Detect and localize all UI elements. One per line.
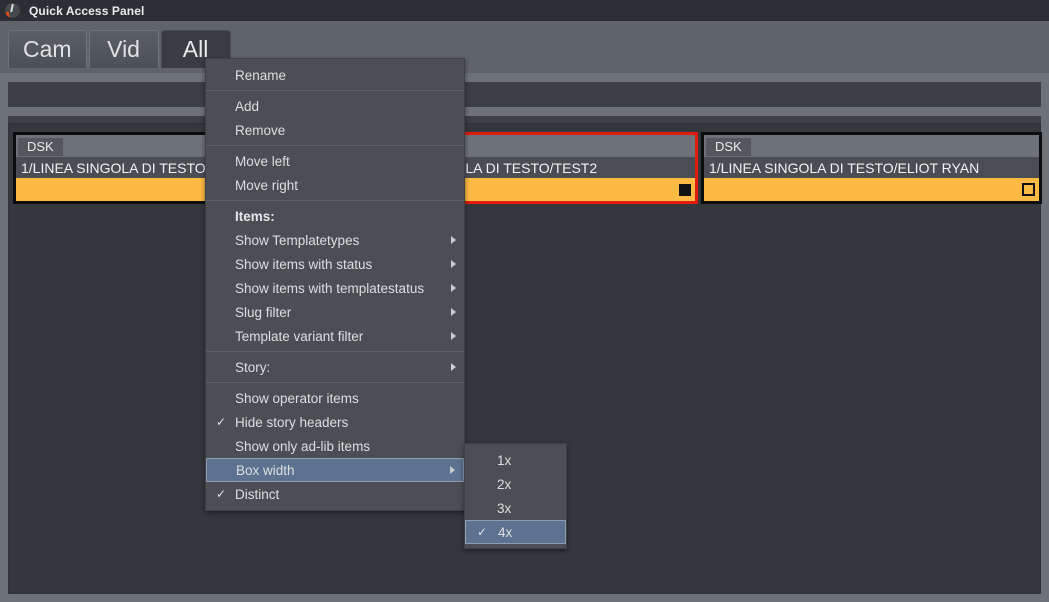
window-title: Quick Access Panel [29, 3, 145, 18]
menu-item-box-width[interactable]: Box width [206, 458, 464, 482]
menu-item-remove-label: Remove [235, 122, 286, 138]
mos-circle-logo-icon [4, 2, 21, 19]
filled-square-icon [679, 183, 691, 196]
menu-item-show-items-with-status-label: Show items with status [235, 256, 373, 272]
dsk-box-row: DSK 1/LINEA SINGOLA DI TESTO/ DSK 1/LINE… [13, 132, 1042, 204]
chevron-right-icon [451, 332, 456, 340]
menu-separator [206, 351, 464, 352]
menu-item-show-operator-items[interactable]: Show operator items [206, 386, 464, 410]
menu-item-show-templatetypes[interactable]: Show Templatetypes [206, 228, 464, 252]
menu-item-rename-label: Rename [235, 67, 287, 83]
tab-cam-label: Cam [23, 36, 72, 62]
menu-item-show-operator-items-label: Show operator items [235, 390, 359, 406]
outline-square-icon [1022, 183, 1035, 196]
menu-item-distinct[interactable]: ✓ Distinct [206, 482, 464, 506]
chevron-right-icon [451, 260, 456, 268]
submenu-item-4x-label: 4x [498, 524, 513, 540]
menu-item-template-variant-filter-label: Template variant filter [235, 328, 364, 344]
menu-item-move-left[interactable]: Move left [206, 149, 464, 173]
submenu-item-1x-label: 1x [497, 452, 512, 468]
menu-separator [206, 145, 464, 146]
menu-item-template-variant-filter[interactable]: Template variant filter [206, 324, 464, 348]
chevron-right-icon [451, 363, 456, 371]
menu-item-hide-story-headers-label: Hide story headers [235, 414, 349, 430]
submenu-item-4x[interactable]: ✓ 4x [465, 520, 566, 544]
submenu-item-3x-label: 3x [497, 500, 512, 516]
tab-vid[interactable]: Vid [88, 30, 159, 68]
menu-item-show-only-adlib-items-label: Show only ad-lib items [235, 438, 371, 454]
dsk-box-3-accent-strip[interactable] [704, 178, 1039, 201]
quick-access-panel-window: Quick Access Panel Cam Vid All DSK 1/LIN… [0, 0, 1049, 602]
menu-item-distinct-label: Distinct [235, 486, 280, 502]
dsk-box-3[interactable]: DSK 1/LINEA SINGOLA DI TESTO/ELIOT RYAN [701, 132, 1042, 204]
menu-separator [206, 200, 464, 201]
menu-item-show-items-with-templatestatus[interactable]: Show items with templatestatus [206, 276, 464, 300]
chevron-right-icon [451, 236, 456, 244]
toolbar-strip-upper [8, 82, 1041, 107]
menu-item-show-items-with-status[interactable]: Show items with status [206, 252, 464, 276]
title-bar: Quick Access Panel [0, 0, 1049, 21]
submenu-item-1x[interactable]: 1x [465, 448, 566, 472]
menu-item-remove[interactable]: Remove [206, 118, 464, 142]
dsk-box-3-header: DSK [704, 135, 1039, 157]
menu-item-story-label: Story: [235, 359, 271, 375]
context-menu: Rename Add Remove Move left Move right I… [205, 58, 465, 511]
checkmark-icon: ✓ [216, 415, 227, 429]
menu-item-move-right-label: Move right [235, 177, 299, 193]
checkmark-icon: ✓ [216, 487, 227, 501]
tab-cam[interactable]: Cam [8, 30, 87, 68]
submenu-item-2x[interactable]: 2x [465, 472, 566, 496]
menu-item-slug-filter[interactable]: Slug filter [206, 300, 464, 324]
submenu-item-3x[interactable]: 3x [465, 496, 566, 520]
menu-item-move-right[interactable]: Move right [206, 173, 464, 197]
menu-item-hide-story-headers[interactable]: ✓ Hide story headers [206, 410, 464, 434]
menu-item-story[interactable]: Story: [206, 355, 464, 379]
box-width-submenu: 1x 2x 3x ✓ 4x [464, 443, 567, 549]
tab-vid-label: Vid [107, 36, 140, 62]
chevron-right-icon [450, 466, 455, 474]
chevron-right-icon [451, 308, 456, 316]
tab-bar: Cam Vid All [0, 21, 1049, 73]
menu-item-move-left-label: Move left [235, 153, 290, 169]
menu-item-rename[interactable]: Rename [206, 63, 464, 87]
menu-item-add-label: Add [235, 98, 260, 114]
checkmark-icon: ✓ [477, 525, 488, 539]
menu-heading-items: Items: [206, 204, 464, 228]
menu-item-box-width-label: Box width [236, 462, 295, 478]
submenu-item-2x-label: 2x [497, 476, 512, 492]
menu-item-show-templatetypes-label: Show Templatetypes [235, 232, 360, 248]
tab-list: Cam Vid All [8, 30, 231, 68]
dsk-box-3-tag: DSK [706, 137, 751, 156]
menu-item-add[interactable]: Add [206, 94, 464, 118]
menu-item-show-items-with-templatestatus-label: Show items with templatestatus [235, 280, 425, 296]
menu-item-slug-filter-label: Slug filter [235, 304, 292, 320]
menu-item-show-only-adlib-items[interactable]: Show only ad-lib items [206, 434, 464, 458]
dsk-box-1-tag: DSK [18, 137, 63, 156]
dsk-box-3-title: 1/LINEA SINGOLA DI TESTO/ELIOT RYAN [704, 157, 1039, 178]
menu-heading-items-label: Items: [235, 208, 275, 224]
menu-separator [206, 382, 464, 383]
menu-separator [206, 90, 464, 91]
chevron-right-icon [451, 284, 456, 292]
